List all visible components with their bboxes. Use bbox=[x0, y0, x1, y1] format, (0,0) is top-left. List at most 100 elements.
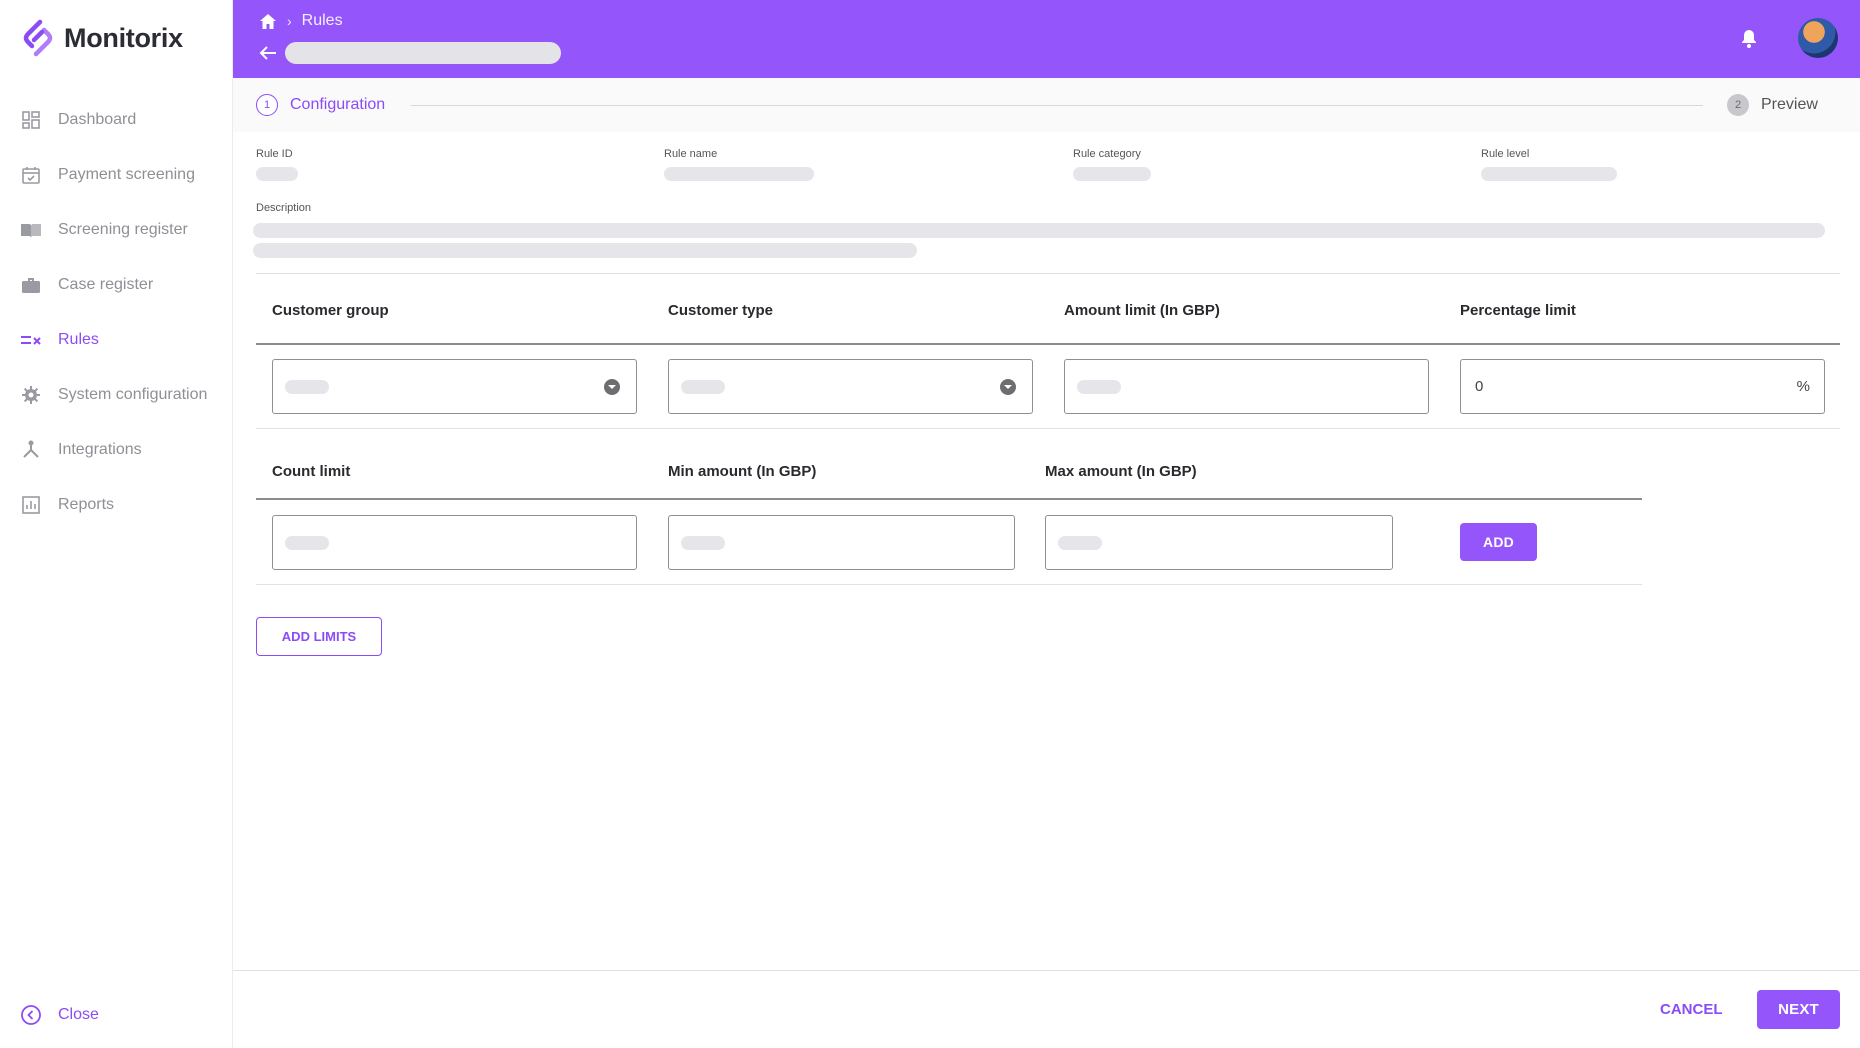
sidebar-nav: Dashboard Payment screening Screening re… bbox=[0, 92, 233, 532]
input-placeholder bbox=[1077, 380, 1121, 394]
rule-level-field: Rule level bbox=[1481, 148, 1617, 181]
description-field: Description bbox=[256, 202, 311, 214]
count-limit-header: Count limit bbox=[272, 463, 351, 480]
sidebar-item-screening-register[interactable]: Screening register bbox=[0, 202, 233, 257]
sidebar-item-label: Payment screening bbox=[58, 165, 195, 183]
customer-type-select[interactable] bbox=[668, 359, 1033, 414]
sidebar-item-dashboard[interactable]: Dashboard bbox=[0, 92, 233, 147]
amount-limit-input[interactable] bbox=[1064, 359, 1429, 414]
amount-limit-header: Amount limit (In GBP) bbox=[1064, 302, 1220, 319]
select-placeholder bbox=[681, 380, 725, 394]
rule-category-skeleton bbox=[1073, 167, 1151, 181]
input-placeholder bbox=[285, 536, 329, 550]
gear-icon bbox=[20, 384, 42, 406]
rule-category-label: Rule category bbox=[1073, 148, 1141, 160]
sidebar-item-label: Reports bbox=[58, 495, 115, 513]
select-placeholder bbox=[285, 380, 329, 394]
sidebar-item-label: Integrations bbox=[58, 440, 142, 458]
chevron-right-icon: › bbox=[287, 13, 292, 29]
customer-group-header: Customer group bbox=[272, 302, 389, 319]
description-skeleton-line-1 bbox=[253, 223, 1825, 238]
top-header: › Rules bbox=[233, 0, 1860, 78]
step-label: Configuration bbox=[290, 96, 386, 113]
rule-id-field: Rule ID bbox=[256, 148, 298, 181]
chevron-down-icon bbox=[1000, 379, 1016, 395]
chevron-left-circle-icon bbox=[21, 1005, 41, 1025]
percentage-limit-header: Percentage limit bbox=[1460, 302, 1576, 319]
max-amount-header: Max amount (In GBP) bbox=[1045, 463, 1197, 480]
sidebar-item-label: Screening register bbox=[58, 220, 188, 238]
description-label: Description bbox=[256, 202, 312, 214]
description-skeleton-line-2 bbox=[253, 243, 917, 258]
bell-icon[interactable] bbox=[1740, 28, 1758, 48]
percentage-value: 0 bbox=[1475, 378, 1484, 395]
customer-type-header: Customer type bbox=[668, 302, 774, 319]
chart-icon bbox=[20, 494, 42, 516]
rule-id-label: Rule ID bbox=[256, 148, 293, 160]
step-label: Preview bbox=[1761, 96, 1818, 113]
footer-actions: CANCEL NEXT bbox=[233, 970, 1860, 1048]
sidebar-item-label: System configuration bbox=[58, 385, 208, 403]
main-content: Rule ID Rule name Rule category Rule lev… bbox=[233, 132, 1860, 970]
dashboard-icon bbox=[20, 109, 42, 131]
row-2-divider bbox=[256, 584, 1642, 585]
sidebar-item-label: Rules bbox=[58, 330, 99, 348]
percentage-suffix: % bbox=[1796, 378, 1810, 395]
min-amount-input[interactable] bbox=[668, 515, 1015, 570]
customer-group-select[interactable] bbox=[272, 359, 637, 414]
rule-level-skeleton bbox=[1481, 167, 1617, 181]
add-limits-button[interactable]: ADD LIMITS bbox=[256, 617, 382, 656]
rule-category-field: Rule category bbox=[1073, 148, 1151, 181]
page-title-skeleton bbox=[285, 42, 561, 64]
arrow-left-icon[interactable] bbox=[259, 45, 277, 61]
sidebar-item-reports[interactable]: Reports bbox=[0, 477, 233, 532]
sidebar: Monitorix Dashboard Payment screening Sc… bbox=[0, 0, 233, 1048]
divider bbox=[256, 273, 1840, 274]
row-2-header-underline bbox=[256, 498, 1642, 500]
min-amount-header: Min amount (In GBP) bbox=[668, 463, 817, 480]
sidebar-item-system-configuration[interactable]: System configuration bbox=[0, 367, 233, 422]
rule-id-skeleton bbox=[256, 167, 298, 181]
logo-icon bbox=[23, 19, 53, 57]
breadcrumb-current[interactable]: Rules bbox=[302, 12, 343, 30]
row-1-header-underline bbox=[256, 343, 1840, 345]
stepper: 1 Configuration 2 Preview bbox=[233, 78, 1860, 132]
rule-name-field: Rule name bbox=[664, 148, 814, 181]
book-icon bbox=[20, 219, 42, 241]
rule-level-label: Rule level bbox=[1481, 148, 1530, 160]
input-placeholder bbox=[681, 536, 725, 550]
step-number: 1 bbox=[256, 94, 278, 116]
app-logo[interactable]: Monitorix bbox=[20, 18, 183, 58]
cancel-button[interactable]: CANCEL bbox=[1660, 1001, 1723, 1018]
sidebar-item-payment-screening[interactable]: Payment screening bbox=[0, 147, 233, 202]
integrations-icon bbox=[20, 439, 42, 461]
input-placeholder bbox=[1058, 536, 1102, 550]
row-1-divider bbox=[256, 428, 1840, 429]
sidebar-item-case-register[interactable]: Case register bbox=[0, 257, 233, 312]
app-name: Monitorix bbox=[64, 22, 183, 53]
step-preview[interactable]: 2 Preview bbox=[1727, 94, 1818, 116]
step-number: 2 bbox=[1727, 94, 1749, 116]
briefcase-icon bbox=[20, 274, 42, 296]
back-row bbox=[259, 42, 561, 64]
max-amount-input[interactable] bbox=[1045, 515, 1393, 570]
breadcrumb: › Rules bbox=[259, 12, 343, 30]
sidebar-close-button[interactable]: Close bbox=[20, 1004, 99, 1026]
avatar[interactable] bbox=[1798, 18, 1838, 58]
next-button[interactable]: NEXT bbox=[1757, 990, 1840, 1029]
rule-name-label: Rule name bbox=[664, 148, 718, 160]
step-configuration[interactable]: 1 Configuration bbox=[256, 94, 385, 116]
calendar-check-icon bbox=[20, 164, 42, 186]
close-label: Close bbox=[58, 1006, 99, 1023]
sidebar-item-label: Case register bbox=[58, 275, 154, 293]
count-limit-input[interactable] bbox=[272, 515, 637, 570]
home-icon[interactable] bbox=[259, 13, 277, 30]
add-button[interactable]: ADD bbox=[1460, 523, 1537, 561]
sidebar-item-rules[interactable]: Rules bbox=[0, 312, 233, 367]
percentage-limit-input[interactable]: 0 % bbox=[1460, 359, 1825, 414]
sidebar-item-integrations[interactable]: Integrations bbox=[0, 422, 233, 477]
stepper-connector bbox=[411, 105, 1703, 106]
sidebar-item-label: Dashboard bbox=[58, 110, 137, 128]
rule-name-skeleton bbox=[664, 167, 814, 181]
chevron-down-icon bbox=[604, 379, 620, 395]
